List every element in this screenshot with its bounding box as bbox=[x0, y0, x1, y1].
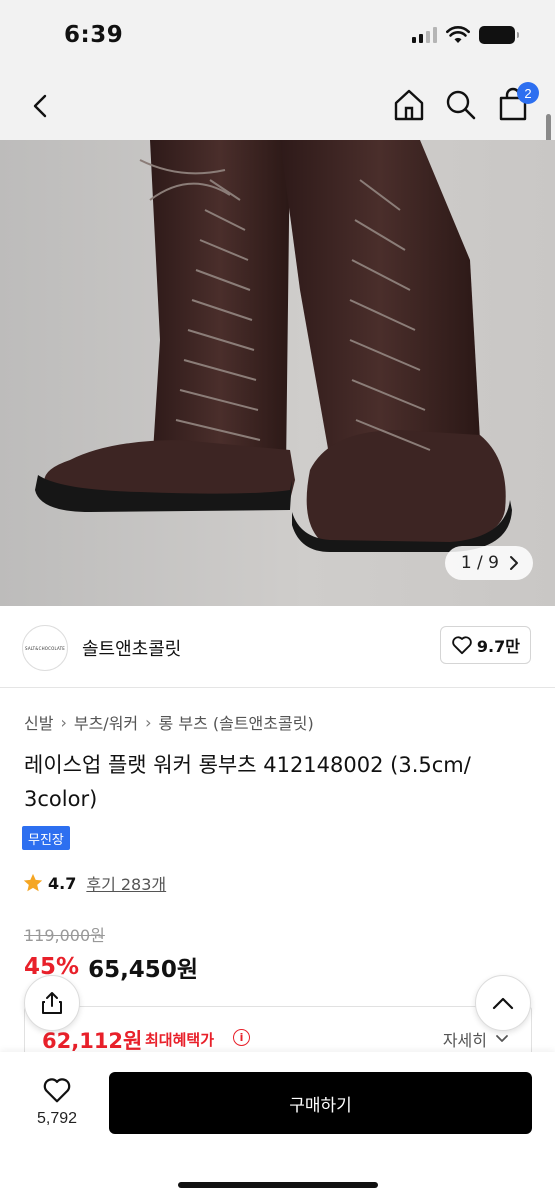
bottom-action-bar: 5,792 구매하기 bbox=[0, 1052, 555, 1200]
status-icons bbox=[412, 26, 519, 44]
info-icon[interactable]: i bbox=[233, 1029, 250, 1046]
breadcrumb-item[interactable]: 신발 bbox=[24, 710, 53, 734]
image-counter[interactable]: 1 / 9 bbox=[444, 546, 533, 580]
brand-logo-text: SALT&CHOCOLATE bbox=[25, 645, 65, 651]
home-indicator bbox=[178, 1182, 378, 1188]
original-price: 119,000원 bbox=[24, 926, 105, 945]
image-counter-label: 1 / 9 bbox=[460, 553, 499, 573]
wishlist-button[interactable]: 5,792 bbox=[20, 1076, 94, 1128]
status-bar: 6:39 bbox=[0, 0, 555, 70]
rating-row: 4.7 후기 283개 bbox=[22, 871, 166, 895]
signal-icon bbox=[412, 27, 437, 43]
buy-button[interactable]: 구매하기 bbox=[109, 1072, 532, 1134]
cart-count-badge: 2 bbox=[517, 82, 539, 104]
chevron-right-icon: › bbox=[145, 712, 152, 732]
search-button[interactable] bbox=[443, 86, 479, 124]
share-button[interactable] bbox=[24, 975, 80, 1031]
back-button[interactable] bbox=[24, 88, 60, 124]
breadcrumb: 신발 › 부츠/워커 › 롱 부츠 (솔트앤초콜릿) bbox=[24, 710, 314, 734]
home-button[interactable] bbox=[391, 86, 427, 124]
sale-price: 65,450원 bbox=[88, 957, 198, 983]
chevron-right-icon bbox=[510, 556, 518, 570]
wifi-icon bbox=[446, 26, 470, 43]
status-time: 6:39 bbox=[64, 22, 124, 48]
max-benefit-label: 최대혜택가 bbox=[145, 1031, 215, 1049]
promo-tag: 무진장 bbox=[22, 826, 70, 850]
brand-row: SALT&CHOCOLATE 솔트앤초콜릿 9.7만 bbox=[0, 606, 555, 688]
like-button[interactable]: 9.7만 bbox=[439, 626, 531, 664]
review-count-link[interactable]: 후기 283개 bbox=[86, 871, 166, 895]
nav-bar: 2 bbox=[0, 70, 555, 140]
heart-icon bbox=[43, 1078, 71, 1103]
brand-name[interactable]: 솔트앤초콜릿 bbox=[82, 635, 181, 661]
search-icon bbox=[446, 90, 476, 120]
benefit-detail-label: 자세히 bbox=[442, 1031, 487, 1050]
chevron-left-icon bbox=[33, 94, 47, 118]
chevron-down-icon bbox=[496, 1035, 508, 1042]
chevron-up-icon bbox=[492, 997, 514, 1010]
home-icon bbox=[394, 89, 424, 121]
heart-icon bbox=[452, 636, 472, 655]
star-icon bbox=[23, 873, 43, 892]
rating-value: 4.7 bbox=[48, 873, 77, 893]
product-title: 레이스업 플랫 워커 롱부츠 412148002 (3.5cm/ 3color) bbox=[24, 753, 471, 811]
battery-icon bbox=[479, 26, 519, 44]
scroll-to-top-button[interactable] bbox=[475, 975, 531, 1031]
chevron-right-icon: › bbox=[60, 712, 67, 732]
cart-button[interactable]: 2 bbox=[495, 82, 539, 124]
brand-logo[interactable]: SALT&CHOCOLATE bbox=[22, 625, 68, 671]
breadcrumb-item[interactable]: 롱 부츠 (솔트앤초콜릿) bbox=[159, 710, 314, 734]
product-image-gallery[interactable]: 1 / 9 bbox=[0, 140, 555, 606]
product-image bbox=[35, 140, 512, 552]
share-icon bbox=[42, 992, 62, 1014]
like-count: 9.7만 bbox=[476, 637, 520, 656]
breadcrumb-item[interactable]: 부츠/워커 bbox=[74, 710, 138, 734]
wishlist-count: 5,792 bbox=[36, 1110, 78, 1127]
